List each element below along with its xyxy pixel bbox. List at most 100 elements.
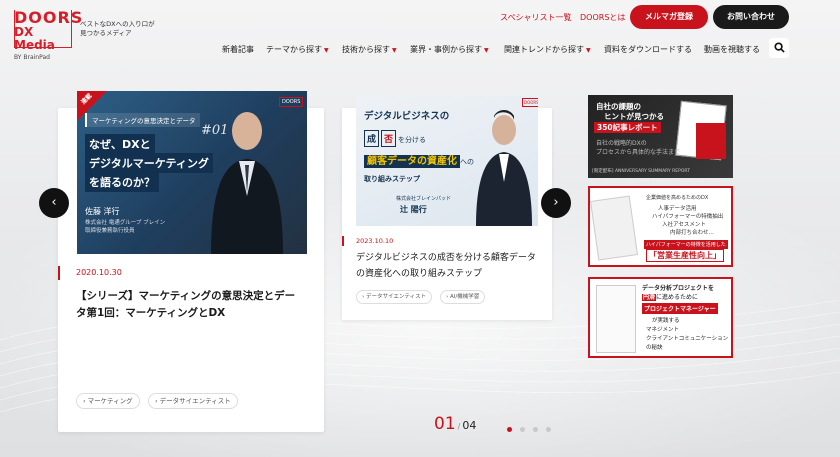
nav-label: 動画を視聴する — [704, 45, 760, 54]
pager-current: 01 — [434, 414, 456, 434]
series-badge-label: 連載 — [79, 92, 94, 106]
chevron-down-icon: ▼ — [392, 47, 397, 54]
chevron-right-icon: › — [553, 195, 559, 210]
thumbnail-headline-2: デジタルマーケティング — [85, 153, 213, 173]
tag-ai-ml[interactable]: › AI/機械学習 — [440, 290, 486, 304]
nav-label: 技術から探す — [342, 45, 390, 54]
site-tagline: ベストなDXへの入り口が 見つかるメディア — [80, 20, 160, 38]
contact-button[interactable]: お問い合わせ — [713, 5, 789, 29]
nav-item-trend[interactable]: 関連トレンドから探す ▼ — [504, 44, 591, 55]
nav-item-tech[interactable]: 技術から探す ▼ — [342, 44, 397, 55]
featured-article-date: 2020.10.30 — [76, 268, 122, 277]
banner-document-image — [596, 285, 636, 353]
banner-highlight: 350記事レポート — [594, 122, 661, 133]
logo-wordmark: DOORS — [14, 8, 84, 27]
speaker-role-2: 取締役兼務執行役員 — [85, 228, 135, 234]
report-cover-accent — [696, 123, 726, 159]
headline-highlight: 顧客データの資産化 — [367, 156, 457, 167]
nav-item-video[interactable]: 動画を視聴する — [704, 44, 760, 55]
title-line-1: 【シリーズ】マーケティングの意思決定とデー — [76, 290, 296, 302]
banner-text: 円滑に進めるために — [642, 292, 698, 301]
tag-label: データサイエンティスト — [365, 294, 427, 300]
banner-text: 自社の戦略的DXの — [596, 140, 647, 147]
chevron-left-icon: ‹ — [51, 195, 57, 210]
title-line-2: タ第1回：マーケティングとDX — [76, 307, 226, 319]
title-line-1: デジタルビジネスの成否を分ける顧客データ — [356, 253, 536, 263]
second-article-title[interactable]: デジタルビジネスの成否を分ける顧客データ の資産化への取り組みステップ — [356, 250, 546, 282]
chevron-down-icon: ▼ — [586, 47, 591, 54]
headline-suffix: を分ける — [398, 136, 427, 144]
search-button[interactable] — [769, 38, 789, 58]
carousel-dot[interactable] — [546, 427, 551, 432]
thumbnail-headline-4: 取り組みステップ — [364, 175, 420, 183]
nav-label: 業界・事例から探す — [410, 45, 482, 54]
thumbnail-logo: DOORS — [279, 97, 304, 107]
nav-item-theme[interactable]: テーマから探す ▼ — [266, 44, 329, 55]
speaker-name: 辻 陽行 — [400, 205, 427, 214]
tag-data-scientist[interactable]: › データサイエンティスト — [356, 290, 433, 304]
carousel-dot[interactable] — [520, 427, 525, 432]
nav-item-new[interactable]: 新着記事 — [222, 44, 254, 55]
banner-highlight: プロジェクトマネージャー — [642, 303, 718, 314]
banner-text: 入社アセスメント — [662, 222, 706, 228]
banner-report[interactable]: 自社の課題の ヒントが見つかる 350記事レポート 自社の戦略的DXの プロセス… — [588, 95, 733, 178]
nav-label: 資料をダウンロードする — [604, 45, 692, 54]
tag-data-scientist[interactable]: › データサイエンティスト — [148, 393, 238, 409]
banner-text: プロセスから具体的な手法まで — [596, 149, 681, 156]
thumbnail-headline-1: なぜ、DXと — [85, 134, 155, 154]
nav-item-download[interactable]: 資料をダウンロードする — [604, 44, 692, 55]
headline-suffix: への — [460, 158, 474, 166]
link-specialists[interactable]: スペシャリスト一覧 — [500, 12, 571, 23]
date-accent-bar — [342, 236, 344, 246]
carousel-dot[interactable] — [507, 427, 512, 432]
banner-text: 企業価値を高めるためのDX — [646, 195, 709, 201]
thumbnail-episode-number: #01 — [201, 123, 229, 138]
newsletter-button[interactable]: メルマガ登録 — [630, 5, 708, 29]
link-about[interactable]: DOORSとは — [580, 12, 625, 23]
banner-hr-data[interactable]: 企業価値を高めるためのDX 人事データ活用 ハイパフォーマーの特徴抽出 入社アセ… — [588, 186, 733, 267]
thumbnail-headline-2: 成否を分ける — [364, 130, 426, 147]
banner-text: データ分析プロジェクトを — [642, 285, 715, 292]
banner-text: ハイパフォーマーの特徴を活用した — [644, 240, 728, 249]
featured-article-thumbnail[interactable]: 連載 DOORS マーケティングの意思決定とデータ #01 なぜ、DXと デジタ… — [77, 91, 307, 254]
banner-project-manager[interactable]: データ分析プロジェクトを 円滑に進めるために プロジェクトマネージャー が実践す… — [588, 277, 733, 358]
second-article-thumbnail[interactable]: DOORS デジタルビジネスの 成否を分ける 顧客データの資産化 への 取り組みス… — [356, 96, 538, 226]
nav-label: テーマから探す — [266, 45, 322, 54]
headline-box-1: 成 — [364, 130, 380, 147]
nav-label: 新着記事 — [222, 45, 254, 54]
carousel-next-button[interactable]: › — [541, 188, 571, 218]
speaker-role-1: 株式会社 電通グループ ブレイン — [85, 220, 166, 226]
second-article-date: 2023.10.10 — [356, 237, 394, 245]
banner-text: に進めるために — [656, 294, 699, 301]
tag-marketing[interactable]: › マーケティング — [76, 393, 140, 409]
date-accent-bar — [58, 266, 60, 280]
banner-highlight: 「営業生産性向上」 — [646, 249, 724, 262]
thumbnail-headline-1: デジタルビジネスの — [364, 111, 450, 122]
speaker-company: 株式会社ブレインパッド — [396, 196, 452, 202]
nav-item-industry[interactable]: 業界・事例から探す ▼ — [410, 44, 489, 55]
site-header: DOORS DX Media BY BrainPad ベストなDXへの入り口が … — [0, 0, 840, 64]
banner-text: の秘訣 — [646, 345, 663, 351]
pager-separator: / — [457, 422, 461, 431]
banner-highlight: 円滑 — [642, 294, 657, 301]
banner-text: が実践する — [652, 318, 680, 324]
thumbnail-headline-3: を語るのか？ — [85, 172, 159, 192]
thumbnail-subtitle: マーケティングの意思決定とデータ — [85, 113, 201, 127]
banner-text: マネジメント — [646, 327, 680, 333]
thumbnail-headline-3: 顧客データの資産化 への — [364, 152, 474, 168]
site-logo[interactable]: DOORS DX Media BY BrainPad — [14, 8, 84, 62]
logo-subwordmark: DX Media — [14, 25, 55, 52]
banner-text: ヒントが見つかる — [604, 112, 664, 121]
carousel-prev-button[interactable]: ‹ — [39, 188, 69, 218]
speaker-photo — [476, 110, 532, 226]
featured-article-title[interactable]: 【シリーズ】マーケティングの意思決定とデー タ第1回：マーケティングとDX — [76, 288, 316, 322]
search-icon — [773, 42, 785, 53]
tag-label: データサイエンティスト — [159, 397, 231, 405]
tag-label: マーケティング — [87, 397, 133, 405]
headline-box-2: 否 — [381, 130, 397, 147]
tagline-line-1: ベストなDXへの入り口が — [80, 20, 155, 28]
banner-text: 350記事レポート — [594, 122, 661, 133]
carousel-dot[interactable] — [533, 427, 538, 432]
tag-label: AI/機械学習 — [449, 294, 480, 300]
banner-text: 内部打ち合わせ... — [670, 230, 714, 236]
